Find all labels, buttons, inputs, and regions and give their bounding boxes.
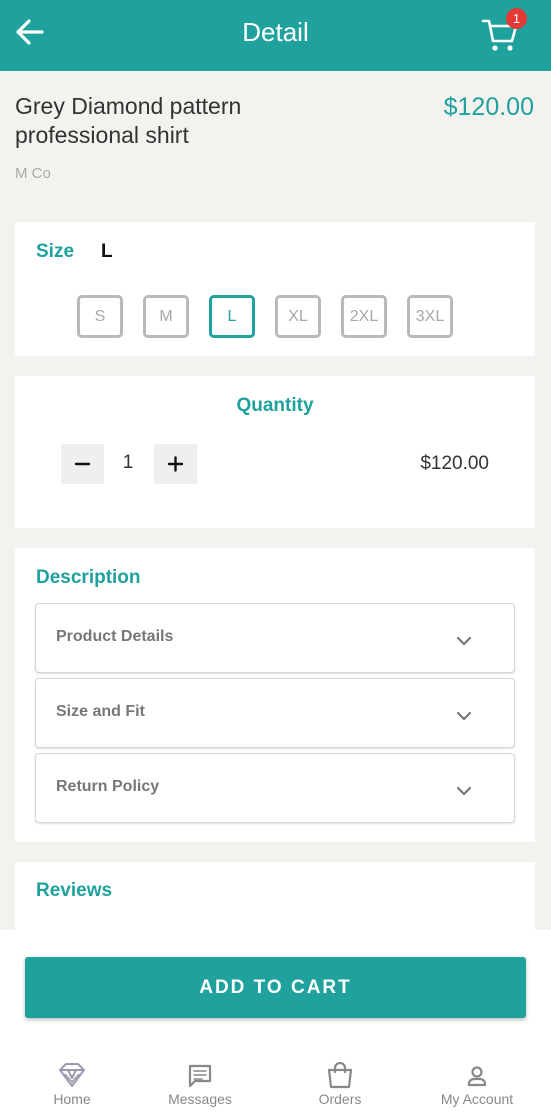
description-title: Description (36, 567, 141, 588)
bottom-panel: ADD TO CART Home Messages Orders My Acco… (0, 930, 551, 1115)
size-option-3xl[interactable]: 3XL (407, 295, 453, 338)
message-icon (188, 1064, 212, 1088)
accordion-return-policy[interactable]: Return Policy (35, 753, 515, 823)
nav-orders[interactable]: Orders (290, 1060, 390, 1110)
chevron-down-icon (456, 711, 472, 721)
quantity-card: Quantity 1 $120.00 (15, 376, 535, 528)
product-name: Grey Diamond pattern professional shirt (15, 93, 242, 148)
nav-my-account[interactable]: My Account (427, 1060, 527, 1110)
quantity-value: 1 (122, 452, 134, 473)
cart-count-badge: 1 (506, 8, 527, 29)
product-price: $120.00 (443, 93, 534, 121)
size-label: Size (36, 241, 75, 262)
plus-icon (167, 456, 184, 472)
size-option-m[interactable]: M (143, 295, 189, 338)
size-card: Size L S M L XL 2XL 3XL (15, 222, 535, 356)
chevron-down-icon (456, 786, 472, 796)
selected-size: L (101, 241, 113, 262)
add-to-cart-button[interactable]: ADD TO CART (25, 957, 526, 1018)
page-title: Detail (242, 17, 309, 47)
minus-icon (74, 462, 91, 466)
user-icon (467, 1066, 487, 1087)
decrease-quantity-button[interactable] (61, 444, 104, 484)
increase-quantity-button[interactable] (154, 444, 197, 484)
nav-label: Messages (168, 1091, 232, 1107)
chevron-down-icon (456, 636, 472, 646)
product-brand: M Co (15, 165, 51, 182)
description-card: Description Product Details Size and Fit… (15, 548, 535, 842)
reviews-title: Reviews (36, 880, 113, 901)
quantity-total-price: $120.00 (420, 453, 489, 474)
accordion-label: Size and Fit (56, 703, 145, 720)
quantity-title: Quantity (236, 395, 314, 416)
accordion-label: Product Details (56, 628, 174, 645)
size-option-s[interactable]: S (77, 295, 123, 338)
nav-label: Orders (318, 1091, 362, 1107)
nav-label: My Account (440, 1091, 514, 1107)
nav-label: Home (53, 1091, 91, 1107)
diamond-home-icon (59, 1063, 85, 1087)
shopping-bag-icon (327, 1061, 353, 1089)
nav-home[interactable]: Home (22, 1060, 122, 1110)
size-option-xl[interactable]: XL (275, 295, 321, 338)
nav-messages[interactable]: Messages (150, 1060, 250, 1110)
size-option-l[interactable]: L (209, 295, 255, 338)
size-option-2xl[interactable]: 2XL (341, 295, 387, 338)
accordion-product-details[interactable]: Product Details (35, 603, 515, 673)
accordion-label: Return Policy (56, 778, 160, 795)
accordion-size-and-fit[interactable]: Size and Fit (35, 678, 515, 748)
app-header: Detail 1 (0, 0, 551, 71)
